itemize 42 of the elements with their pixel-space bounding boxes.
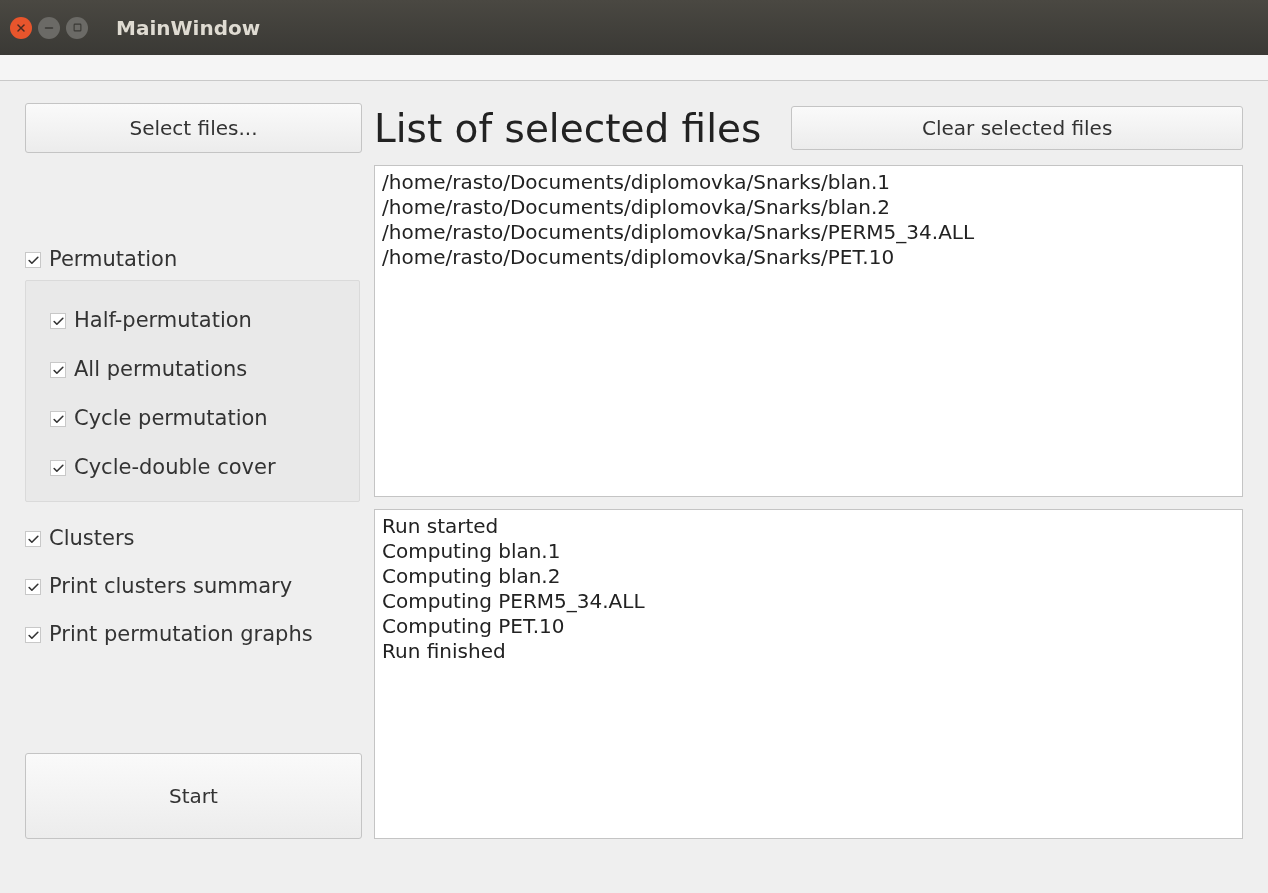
check-icon [51,363,65,377]
close-button[interactable] [10,16,32,39]
log-line: Run started [382,514,500,539]
file-path[interactable]: /home/rasto/Documents/diplomovka/Snarks/PET.10 [382,245,1235,270]
file-path[interactable]: /home/rasto/Documents/diplomovka/Snarks/blan.1 [382,170,1235,195]
checkbox[interactable] [25,531,41,547]
log-line: Computing blan.2 [382,564,562,589]
checkbox[interactable] [50,411,66,427]
check-icon [51,314,65,328]
checkbox[interactable] [25,579,41,595]
log-line: Computing PET.10 [382,614,566,639]
file-path[interactable]: /home/rasto/Documents/diplomovka/Snarks/PERM5_34.ALL [382,220,1235,245]
file-path[interactable]: /home/rasto/Documents/diplomovka/Snarks/blan.2 [382,195,1235,220]
checkbox[interactable] [25,627,41,643]
checkbox-label: Cycle permutation [74,405,268,433]
check-icon [26,580,40,594]
checkbox[interactable] [25,252,41,268]
checkbox[interactable] [50,362,66,378]
log-line: Computing PERM5_34.ALL [382,589,646,614]
files-heading: List of selected files [374,108,762,148]
checkbox-label: Clusters [49,525,135,553]
checkbox-label: Permutation [49,246,178,274]
checkbox-label: Print clusters summary [49,573,293,601]
check-icon [51,461,65,475]
maximize-icon [72,23,82,32]
window-title: MainWindow [116,14,261,42]
select-files-button[interactable]: Select files... [25,103,362,153]
clear-files-button[interactable]: Clear selected files [791,106,1243,150]
checkbox[interactable] [50,313,66,329]
checkbox-label: Print permutation graphs [49,621,313,649]
checkbox[interactable] [50,460,66,476]
check-icon [26,253,40,267]
log-line: Run finished [382,639,507,664]
start-button[interactable]: Start [25,753,362,839]
check-icon [26,628,40,642]
close-icon [15,21,27,34]
checkbox-label: Half-permutation [74,307,252,335]
log-line: Computing blan.1 [382,539,562,564]
check-icon [51,412,65,426]
check-icon [26,532,40,546]
checkbox-label: All permutations [74,356,248,384]
checkbox-label: Cycle-double cover [74,454,276,482]
